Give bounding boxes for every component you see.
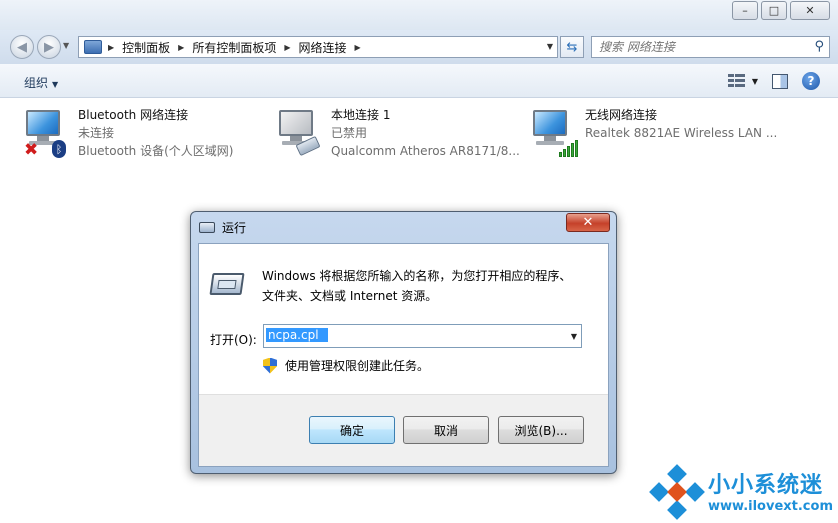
network-computer-icon — [531, 110, 578, 157]
run-dialog: 运行 ✕ Windows 将根据您所输入的名称，为您打开相应的程序、 文件夹、文… — [190, 211, 617, 474]
change-view-button[interactable]: ▼ — [727, 74, 758, 88]
forward-button[interactable]: ▶ — [37, 35, 61, 59]
admin-note-text: 使用管理权限创建此任务。 — [285, 359, 430, 373]
connection-name: Bluetooth 网络连接 — [78, 108, 189, 122]
window-titlebar: – □ ✕ — [0, 0, 838, 30]
cancel-button[interactable]: 取消 — [403, 416, 489, 444]
close-icon: ✕ — [582, 215, 594, 230]
search-box[interactable]: ⚲ — [591, 36, 830, 58]
watermark-url: www.ilovext.com — [708, 499, 833, 514]
breadcrumb-all-items[interactable]: 所有控制面板项 — [192, 39, 276, 56]
recent-pages-dropdown[interactable]: ▼ — [63, 41, 69, 50]
admin-note: 使用管理权限创建此任务。 — [263, 357, 429, 374]
address-bar[interactable]: ▶ 控制面板 ▶ 所有控制面板项 ▶ 网络连接 ▶ ▼ — [78, 36, 558, 58]
refresh-icon: ⇆ — [566, 39, 578, 55]
chevron-down-icon: ▼ — [751, 76, 758, 86]
watermark-name: 小小系统迷 — [708, 473, 824, 498]
back-arrow-icon: ◀ — [17, 39, 27, 55]
address-dropdown-icon[interactable]: ▼ — [547, 42, 553, 51]
caption-buttons: – □ ✕ — [732, 1, 830, 20]
forward-arrow-icon: ▶ — [44, 39, 54, 55]
run-description: Windows 将根据您所输入的名称，为您打开相应的程序、 文件夹、文档或 In… — [262, 269, 572, 303]
open-label: 打开(O): — [210, 333, 257, 347]
search-icon[interactable]: ⚲ — [814, 39, 824, 54]
minimize-button[interactable]: – — [732, 1, 758, 20]
organize-label: 组织 — [24, 76, 49, 90]
connection-bluetooth[interactable]: ✖ ᛒ Bluetooth 网络连接 未连接 Bluetooth 设备(个人区域… — [24, 106, 274, 162]
connection-name: 无线网络连接 — [585, 108, 658, 122]
navigation-bar: ◀ ▶ ▼ ▶ 控制面板 ▶ 所有控制面板项 ▶ 网络连接 ▶ ▼ ⇆ ⚲ — [0, 30, 838, 64]
disconnected-x-icon: ✖ — [24, 140, 39, 160]
uac-shield-icon — [263, 357, 277, 374]
connection-device: Bluetooth 设备(个人区域网) — [78, 144, 234, 158]
preview-pane-button[interactable] — [772, 73, 788, 89]
dialog-close-button[interactable]: ✕ — [566, 213, 610, 232]
connection-name: 本地连接 1 — [331, 108, 391, 122]
close-button[interactable]: ✕ — [790, 1, 830, 20]
run-program-icon — [209, 273, 245, 295]
dialog-footer: 确定 取消 浏览(B)... — [199, 394, 608, 466]
network-computer-icon — [277, 110, 321, 157]
connection-status: 未连接 — [78, 126, 115, 140]
connection-wireless[interactable]: 无线网络连接 Realtek 8821AE Wireless LAN ... — [531, 106, 781, 162]
chevron-down-icon: ▼ — [52, 80, 59, 89]
refresh-button[interactable]: ⇆ — [560, 36, 584, 58]
command-bar: 组织 ▼ ▼ ? — [0, 64, 838, 98]
connection-status: 已禁用 — [331, 126, 368, 140]
help-icon[interactable]: ? — [802, 72, 820, 90]
bluetooth-icon: ᛒ — [52, 140, 66, 158]
breadcrumb: ▶ 控制面板 ▶ 所有控制面板项 ▶ 网络连接 ▶ — [108, 39, 361, 56]
connection-local[interactable]: 本地连接 1 已禁用 Qualcomm Atheros AR8171/8... — [277, 106, 527, 162]
connection-device: Realtek 8821AE Wireless LAN ... — [585, 126, 778, 140]
chevron-down-icon[interactable]: ▼ — [571, 332, 577, 341]
open-combobox[interactable]: ▼ — [263, 324, 582, 348]
run-dialog-title: 运行 — [199, 219, 246, 236]
run-dialog-body: Windows 将根据您所输入的名称，为您打开相应的程序、 文件夹、文档或 In… — [198, 243, 609, 467]
breadcrumb-network-connections[interactable]: 网络连接 — [299, 39, 347, 56]
dialog-title-text: 运行 — [222, 221, 247, 235]
run-icon — [199, 222, 215, 233]
maximize-button[interactable]: □ — [761, 1, 787, 20]
control-panel-icon — [84, 40, 102, 54]
watermark-logo-icon — [649, 464, 705, 520]
ok-button[interactable]: 确定 — [309, 416, 395, 444]
browse-button[interactable]: 浏览(B)... — [498, 416, 584, 444]
organize-menu[interactable]: 组织 ▼ — [24, 74, 58, 91]
breadcrumb-control-panel[interactable]: 控制面板 — [122, 39, 170, 56]
wireless-signal-icon — [559, 140, 578, 157]
network-computer-icon: ✖ ᛒ — [24, 110, 66, 160]
view-details-icon — [727, 74, 746, 88]
search-input[interactable] — [599, 40, 799, 54]
connection-device: Qualcomm Atheros AR8171/8... — [331, 144, 520, 158]
watermark: 小小系统迷 www.ilovext.com — [648, 463, 833, 520]
back-button[interactable]: ◀ — [10, 35, 34, 59]
open-input[interactable] — [266, 328, 328, 342]
